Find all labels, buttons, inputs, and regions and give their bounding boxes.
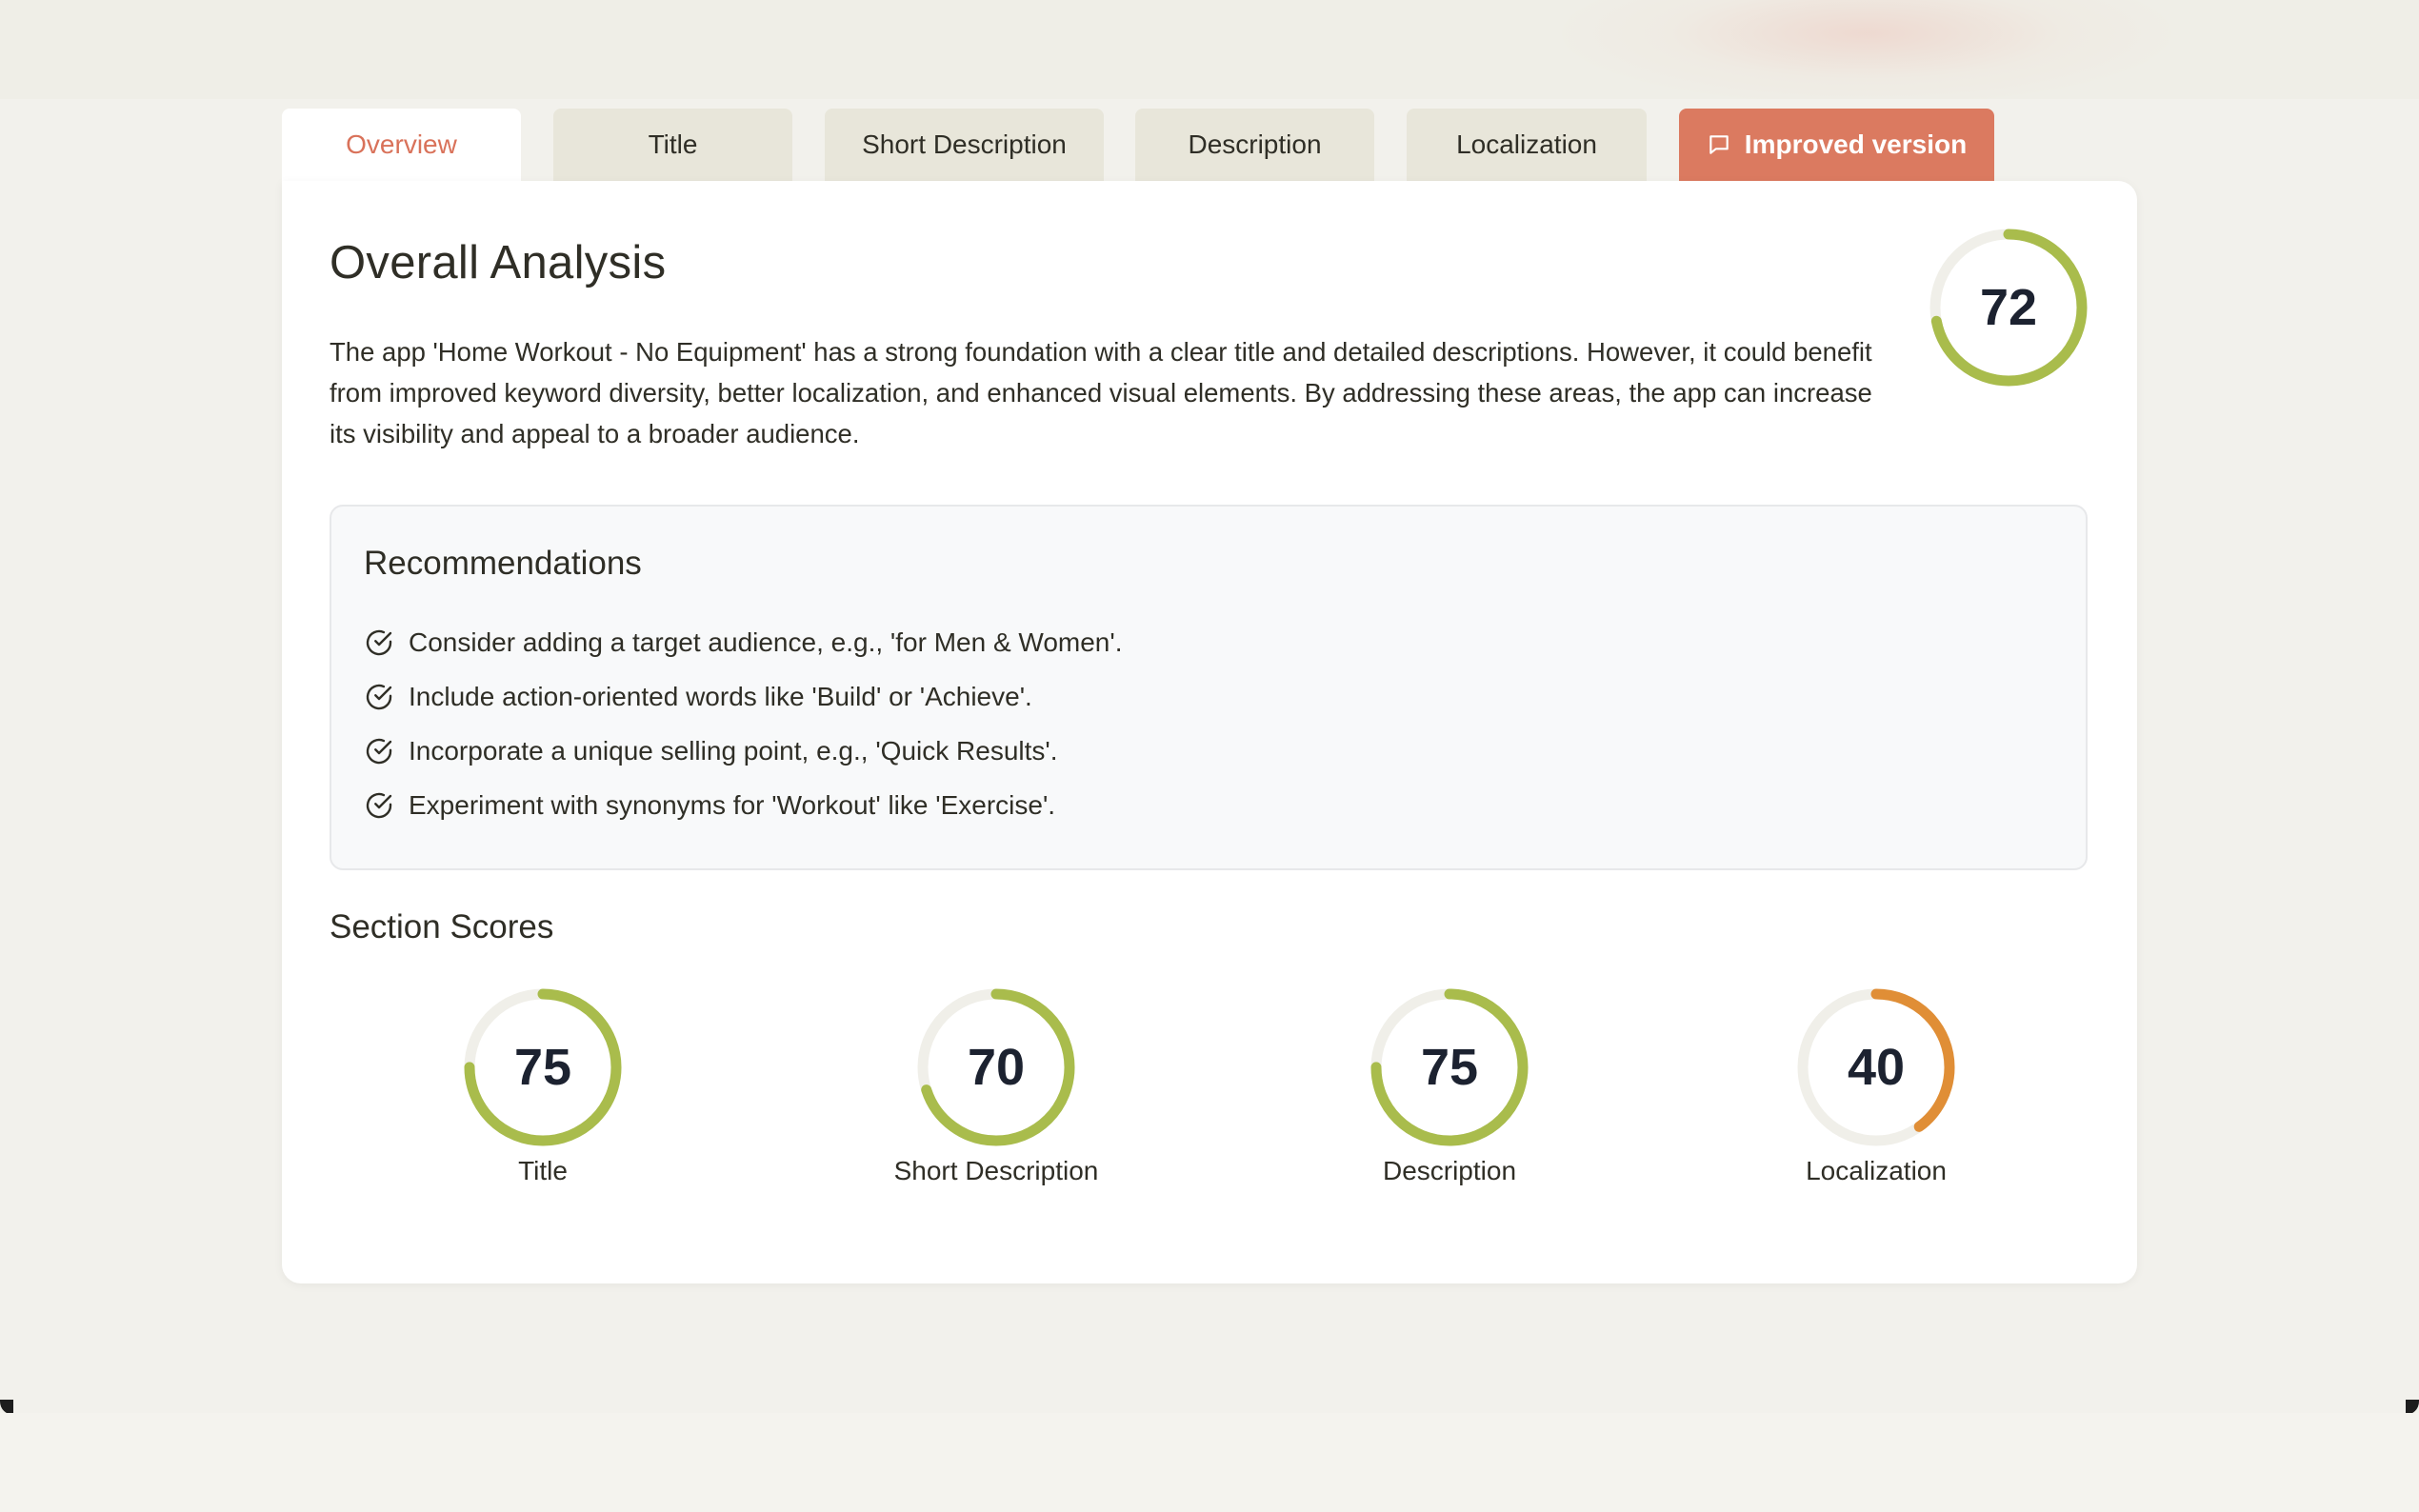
recommendation-text: Experiment with synonyms for 'Workout' l… [409, 789, 1056, 820]
tab-improved-version[interactable]: Improved version [1679, 109, 1994, 181]
recommendations-title: Recommendations [364, 545, 642, 582]
recommendations-panel: Recommendations Consider adding a target… [330, 505, 2088, 870]
section-score-title: 75 Title [371, 986, 714, 1215]
description-score-gauge: 75 [1369, 986, 1530, 1148]
title-score-label: Title [518, 1156, 568, 1185]
tab-overview-label: Overview [346, 129, 457, 159]
overall-analysis-text: The app 'Home Workout - No Equipment' ha… [330, 337, 1872, 448]
overall-score-value: 72 [1979, 279, 2038, 336]
localization-score-value: 40 [1847, 1039, 1906, 1096]
bottom-background [0, 1413, 2419, 1512]
tab-short-description[interactable]: Short Description [825, 109, 1104, 181]
short-description-score-label: Short Description [893, 1156, 1099, 1185]
section-score-short-description: 70 Short Description [825, 986, 1168, 1215]
title-score-value: 75 [513, 1039, 572, 1096]
recommendation-text: Include action-oriented words like 'Buil… [409, 681, 1032, 711]
check-circle-icon [366, 792, 392, 818]
check-circle-icon [366, 738, 392, 764]
tab-improved-version-label: Improved version [1744, 129, 1968, 159]
check-circle-icon [366, 629, 392, 655]
tab-description[interactable]: Description [1135, 109, 1374, 181]
short-description-score-gauge: 70 [915, 986, 1077, 1148]
background-glow [1562, 0, 2171, 105]
section-scores-title: Section Scores [330, 908, 554, 945]
section-score-description: 75 Description [1278, 986, 1621, 1215]
analysis-card: Overall Analysis The app 'Home Workout -… [282, 181, 2137, 1283]
recommendation-item: Experiment with synonyms for 'Workout' l… [364, 778, 1123, 832]
overall-analysis-title: Overall Analysis [330, 237, 667, 288]
recommendation-item: Incorporate a unique selling point, e.g.… [364, 724, 1123, 778]
recommendations-list: Consider adding a target audience, e.g.,… [364, 615, 1123, 832]
overall-score-gauge: 72 [1928, 227, 2089, 388]
tab-localization-label: Localization [1456, 129, 1597, 159]
localization-score-gauge: 40 [1795, 986, 1957, 1148]
recommendation-text: Consider adding a target audience, e.g.,… [409, 627, 1123, 657]
short-description-score-value: 70 [967, 1039, 1026, 1096]
recommendation-item: Include action-oriented words like 'Buil… [364, 669, 1123, 724]
tab-title[interactable]: Title [553, 109, 792, 181]
localization-score-label: Localization [1806, 1156, 1947, 1185]
tab-short-description-label: Short Description [862, 129, 1067, 159]
description-score-label: Description [1382, 1156, 1517, 1185]
message-square-icon [1709, 135, 1729, 154]
tab-title-label: Title [648, 129, 698, 159]
tab-description-label: Description [1188, 129, 1322, 159]
section-score-localization: 40 Localization [1705, 986, 2048, 1215]
recommendation-text: Incorporate a unique selling point, e.g.… [409, 735, 1058, 766]
tab-localization[interactable]: Localization [1407, 109, 1647, 181]
recommendation-item: Consider adding a target audience, e.g.,… [364, 615, 1123, 669]
check-circle-icon [366, 684, 392, 709]
top-background [0, 0, 2419, 105]
tab-overview[interactable]: Overview [282, 109, 521, 181]
description-score-value: 75 [1420, 1039, 1479, 1096]
title-score-gauge: 75 [462, 986, 624, 1148]
